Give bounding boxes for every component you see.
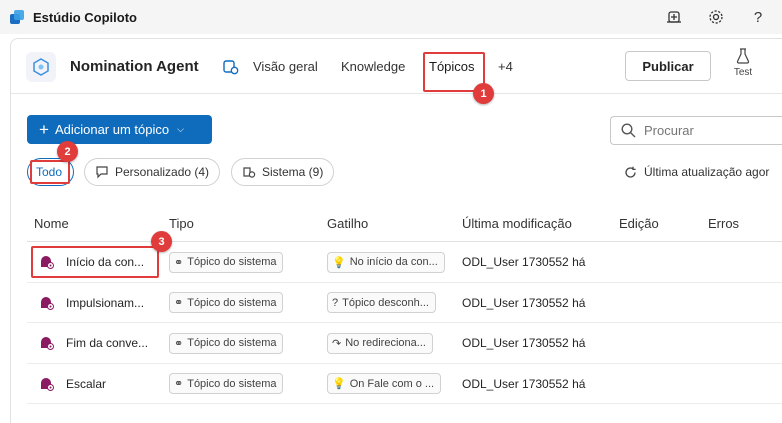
modified-by: ODL_User 1730552 há bbox=[462, 295, 586, 310]
type-tag: ⚭ Tópico do sistema bbox=[169, 251, 284, 273]
filter-system-label: Sistema (9) bbox=[262, 165, 324, 179]
topic-name-cell[interactable]: Escalar bbox=[40, 364, 158, 404]
topic-type-cell: ⚭ Tópico do sistema bbox=[169, 364, 319, 404]
agent-header: Nomination Agent Visão geral Knowledge T… bbox=[10, 38, 782, 94]
callout-box-first-topic bbox=[31, 246, 159, 278]
system-topic-icon: ⚭ bbox=[174, 297, 184, 309]
trigger-tag-label: No início da con... bbox=[349, 256, 438, 268]
callout-box-todo bbox=[30, 160, 70, 184]
type-tag: ⚭ Tópico do sistema bbox=[169, 332, 284, 354]
topic-trigger-cell: ↷ No redireciona... bbox=[327, 323, 447, 363]
topic-trigger-cell: ? Tópico desconh... bbox=[327, 283, 447, 323]
lightbulb-icon: 💡 bbox=[332, 378, 346, 390]
callout-badge-2: 2 bbox=[57, 141, 78, 162]
test-label: Test bbox=[733, 67, 753, 78]
type-tag-label: Tópico do sistema bbox=[187, 377, 277, 390]
filter-custom-label: Personalizado (4) bbox=[115, 165, 210, 179]
topic-modified-cell: ODL_User 1730552 há bbox=[462, 242, 612, 282]
trigger-tag-label: On Fale com o ... bbox=[349, 377, 435, 390]
diagnostics-icon[interactable] bbox=[664, 7, 684, 27]
chat-bubble-icon bbox=[96, 166, 108, 179]
topic-name: Impulsionam... bbox=[66, 295, 145, 310]
system-topic-icon: ⚭ bbox=[174, 337, 184, 350]
topic-name-cell[interactable]: Impulsionam... bbox=[40, 283, 158, 323]
topic-name-cell[interactable]: Fim da conve... bbox=[40, 323, 158, 363]
type-tag-label: Tópico do sistema bbox=[187, 296, 277, 309]
agent-settings-icon[interactable] bbox=[222, 58, 240, 76]
chevron-down-icon: ⌵ bbox=[177, 124, 184, 134]
topic-modified-cell: ODL_User 1730552 há bbox=[462, 283, 612, 323]
callout-badge-3: 3 bbox=[151, 231, 172, 252]
topic-icon bbox=[41, 296, 54, 310]
test-button[interactable]: Test bbox=[728, 48, 758, 84]
refresh-icon bbox=[625, 166, 636, 178]
type-tag-label: Tópico do sistema bbox=[187, 337, 277, 349]
topic-type-cell: ⚭ Tópico do sistema bbox=[169, 283, 319, 323]
trigger-tag: ? Tópico desconh... bbox=[327, 292, 436, 313]
question-icon: ? bbox=[332, 296, 339, 309]
redirect-icon: ↷ bbox=[332, 337, 342, 350]
system-topic-icon: ⚭ bbox=[174, 378, 184, 390]
trigger-tag-label: Tópico desconh... bbox=[342, 296, 429, 309]
table-row[interactable]: Impulsionam... ⚭ Tópico do sistema ? Tópic… bbox=[27, 283, 782, 323]
type-tag: ⚭ Tópico do sistema bbox=[169, 292, 284, 313]
tab-visao-geral[interactable]: Visão geral bbox=[253, 59, 318, 74]
flask-icon bbox=[736, 48, 750, 64]
system-gear-icon bbox=[243, 167, 256, 178]
modified-by: ODL_User 1730552 há bbox=[462, 376, 586, 391]
search-box[interactable] bbox=[610, 116, 782, 145]
app-top-bar: Estúdio Copiloto ? bbox=[0, 0, 782, 34]
table-header: Nome Tipo Gatilho Última modificação Edi… bbox=[27, 202, 782, 242]
plus-icon: + bbox=[39, 120, 49, 139]
type-tag: ⚭ Tópico do sistema bbox=[169, 373, 284, 394]
lightbulb-icon: 💡 bbox=[332, 256, 346, 269]
topic-modified-cell: ODL_User 1730552 há bbox=[462, 323, 612, 363]
filter-system[interactable]: Sistema (9) bbox=[231, 158, 335, 186]
topic-type-cell: ⚭ Tópico do sistema bbox=[169, 242, 319, 282]
topic-icon bbox=[41, 377, 54, 391]
topic-trigger-cell: 💡 No início da con... bbox=[327, 242, 447, 282]
column-header-gatilho[interactable]: Gatilho bbox=[327, 216, 368, 231]
callout-badge-1: 1 bbox=[473, 83, 494, 104]
topic-modified-cell: ODL_User 1730552 há bbox=[462, 364, 612, 404]
trigger-tag: 💡 No início da con... bbox=[327, 251, 445, 273]
column-header-ultima-modificacao[interactable]: Última modificação bbox=[462, 216, 572, 231]
last-updated[interactable]: Última atualização agor bbox=[624, 165, 769, 179]
help-icon[interactable]: ? bbox=[748, 7, 768, 27]
type-tag-label: Tópico do sistema bbox=[187, 256, 277, 268]
publish-button[interactable]: Publicar bbox=[625, 51, 711, 81]
trigger-tag: ↷ No redireciona... bbox=[327, 332, 433, 354]
column-header-tipo[interactable]: Tipo bbox=[169, 216, 194, 231]
add-topic-button[interactable]: + Adicionar um tópico ⌵ bbox=[27, 115, 212, 144]
tab-knowledge[interactable]: Knowledge bbox=[341, 59, 405, 74]
filter-custom[interactable]: Personalizado (4) bbox=[84, 158, 221, 186]
table-row[interactable]: Fim da conve... ⚭ Tópico do sistema ↷ No r… bbox=[27, 323, 782, 364]
copilot-studio-logo-icon bbox=[10, 10, 24, 24]
modified-by: ODL_User 1730552 há bbox=[462, 336, 586, 350]
agent-avatar-icon bbox=[26, 52, 56, 82]
topic-icon bbox=[41, 337, 54, 350]
modified-by: ODL_User 1730552 há bbox=[462, 255, 586, 269]
tab-more[interactable]: +4 bbox=[498, 59, 513, 74]
trigger-tag-label: No redireciona... bbox=[345, 337, 426, 349]
topic-name: Fim da conve... bbox=[66, 336, 149, 350]
last-updated-label: Última atualização agor bbox=[644, 165, 770, 179]
topic-name: Escalar bbox=[66, 376, 107, 391]
gear-icon[interactable] bbox=[706, 7, 726, 27]
app-title: Estúdio Copiloto bbox=[33, 9, 137, 25]
column-header-nome[interactable]: Nome bbox=[34, 216, 69, 231]
column-header-erros[interactable]: Erros bbox=[708, 216, 739, 231]
system-topic-icon: ⚭ bbox=[174, 256, 184, 269]
add-topic-label: Adicionar um tópico bbox=[54, 122, 170, 137]
trigger-tag: 💡 On Fale com o ... bbox=[327, 373, 442, 394]
topics-table: Nome Tipo Gatilho Última modificação Edi… bbox=[27, 202, 782, 404]
topic-trigger-cell: 💡 On Fale com o ... bbox=[327, 364, 447, 404]
table-row[interactable]: Escalar ⚭ Tópico do sistema 💡 On Fale com … bbox=[27, 364, 782, 404]
search-icon bbox=[621, 123, 636, 138]
topic-type-cell: ⚭ Tópico do sistema bbox=[169, 323, 319, 363]
column-header-edicao[interactable]: Edição bbox=[619, 216, 659, 231]
search-input[interactable] bbox=[644, 123, 774, 138]
agent-name: Nomination Agent bbox=[70, 58, 199, 75]
